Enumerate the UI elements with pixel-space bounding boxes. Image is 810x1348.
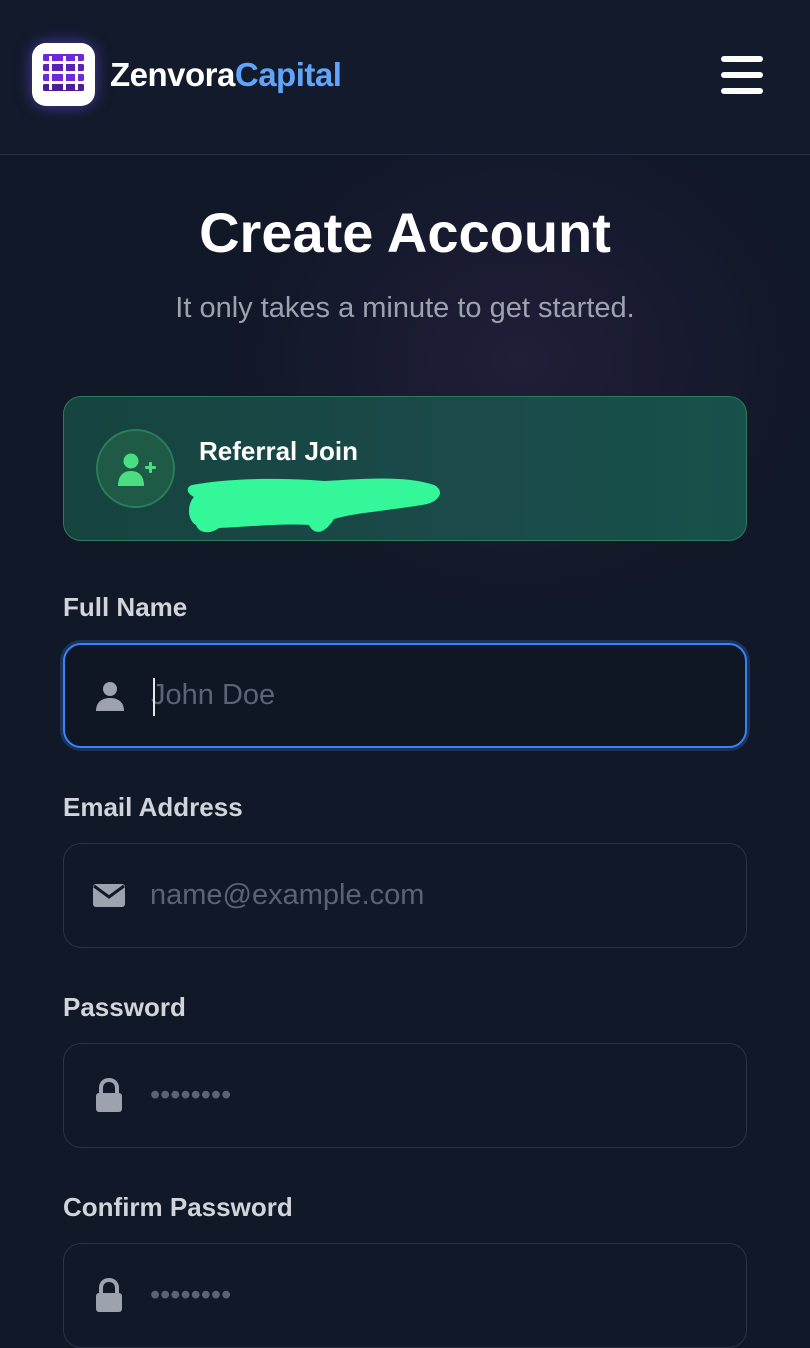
page-subtitle: It only takes a minute to get started. (175, 292, 635, 324)
full-name-field[interactable] (63, 643, 747, 748)
confirm-password-field[interactable] (63, 1243, 747, 1348)
referral-title: Referral Join (199, 436, 358, 466)
email-label: Email Address (63, 792, 243, 822)
page-title: Create Account (199, 201, 611, 264)
lock-icon (96, 1077, 122, 1112)
hamburger-menu-icon[interactable] (716, 52, 768, 98)
full-name-input[interactable] (151, 645, 721, 746)
text-caret (153, 678, 155, 716)
referral-card: Referral Join (63, 396, 747, 541)
app-header: ZenvoraCapital (0, 0, 810, 155)
referral-code-redaction (187, 478, 441, 533)
brand-name[interactable]: ZenvoraCapital (110, 55, 342, 95)
password-field[interactable] (63, 1043, 747, 1148)
lock-icon (96, 1277, 122, 1312)
logo-icon[interactable] (32, 43, 95, 106)
brand-name-primary: Zenvora (110, 56, 235, 93)
brand-name-accent: Capital (234, 56, 342, 93)
password-label: Password (63, 992, 186, 1022)
full-name-label: Full Name (63, 592, 188, 622)
email-input[interactable] (150, 844, 720, 947)
user-icon (96, 682, 124, 711)
email-field[interactable] (63, 843, 747, 948)
envelope-icon (93, 884, 125, 907)
user-plus-icon (96, 429, 175, 508)
confirm-password-label: Confirm Password (63, 1192, 293, 1222)
password-input[interactable] (150, 1044, 720, 1147)
confirm-password-input[interactable] (150, 1244, 720, 1347)
